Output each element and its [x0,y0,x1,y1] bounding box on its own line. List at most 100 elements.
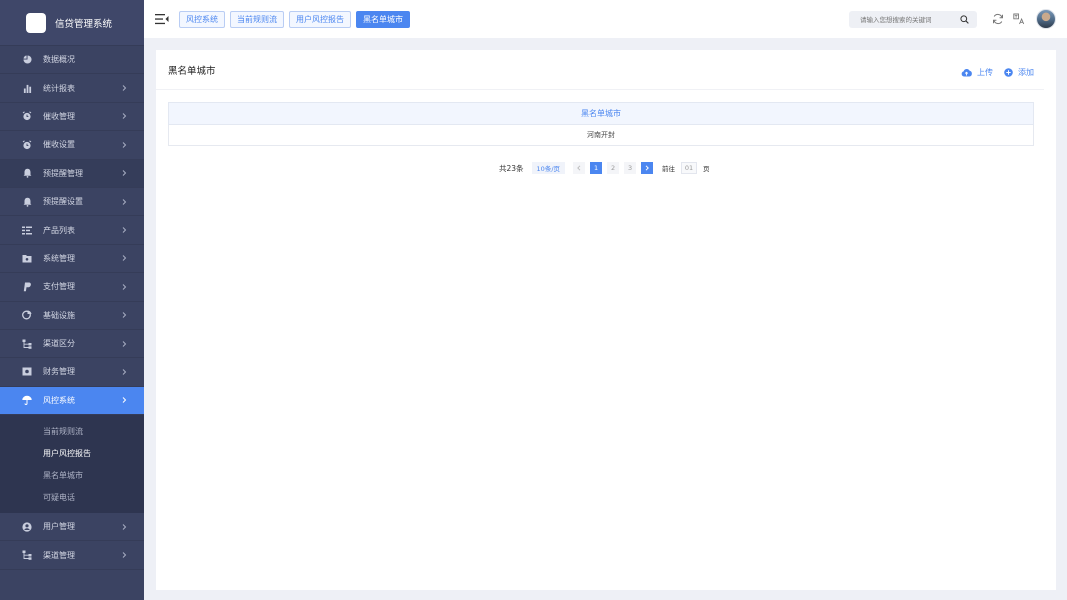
brand: 信贷管理系统 [0,0,144,46]
tab-blacklist-cities[interactable]: 黑名单城市 [356,10,410,28]
chevron-right-icon [122,255,127,262]
tab-risk-system[interactable]: 风控系统 [179,10,225,28]
sidebar-item-channels[interactable]: 渠道管理 [0,541,144,570]
table-header-row: 黑名单城市 [168,102,1034,125]
card-header: 黑名单城市 [156,50,1044,90]
submenu-item-blacklist-cities[interactable]: 黑名单城市 [0,464,144,486]
bar-chart-icon [22,83,32,93]
page-title: 黑名单城市 [168,65,216,77]
tab-user-risk-report[interactable]: 用户风控报告 [289,10,351,28]
chevron-right-icon [122,170,127,177]
chevron-right-icon [122,142,127,148]
sidebar-item-reports[interactable]: 统计报表 [0,74,144,103]
sidebar-item-users[interactable]: 用户管理 [0,513,144,542]
goto-page-input[interactable] [681,162,698,174]
sidebar-item-label: 催收管理 [43,111,75,121]
user-icon [22,522,32,532]
sidebar-item-label: 渠道区分 [43,339,75,349]
sidebar-item-label: 数据概况 [43,55,75,65]
sidebar-item-channel-split[interactable]: 渠道区分 [0,330,144,359]
pie-chart-icon [22,55,32,65]
blacklist-table: 黑名单城市 河南开封 [168,102,1034,146]
search-input[interactable] [849,15,953,24]
sidebar-item-overview[interactable]: 数据概况 [0,46,144,75]
page-button-3[interactable]: 3 [624,162,637,174]
sidebar-item-label: 渠道管理 [43,550,75,560]
upload-button[interactable]: 上传 [961,67,993,78]
search-icon[interactable] [960,15,969,24]
search-box [849,11,977,28]
next-page-button[interactable] [641,162,654,174]
sidebar-item-label: 基础设施 [43,310,75,320]
sidebar-item-collection-settings[interactable]: 催收设置 [0,131,144,160]
sidebar-item-payment[interactable]: 支付管理 [0,273,144,302]
sidebar-item-label: 预提醒管理 [43,168,83,178]
upload-label: 上传 [977,68,993,77]
goto-label: 前往 [662,165,676,173]
submenu-item-suspicious-phones[interactable]: 可疑电话 [0,486,144,508]
sidebar: 信贷管理系统 数据概况 统计报表 催收管理 催收设置 预提醒管理 预提醒设置 产… [0,0,144,600]
app-title: 信贷管理系统 [55,18,113,30]
sidebar-item-label: 统计报表 [43,83,75,93]
chevron-right-icon [645,165,649,171]
chevron-right-icon [122,369,127,375]
add-label: 添加 [1018,68,1034,77]
alarm-clock-icon [22,140,32,150]
hierarchy-icon [22,339,32,349]
page-button-2[interactable]: 2 [607,162,620,174]
avatar[interactable] [1036,9,1056,29]
sidebar-item-system[interactable]: 系统管理 [0,245,144,274]
tab-current-rules[interactable]: 当前规则流 [230,10,284,28]
chevron-right-icon [122,227,127,233]
list-icon [22,225,32,235]
chevron-right-icon [122,552,127,559]
paypal-icon [22,282,32,292]
page-unit-label: 页 [703,165,710,173]
sidebar-item-label: 用户管理 [43,522,75,532]
chevron-right-icon [122,397,127,404]
folder-gear-icon [22,253,32,263]
table-cell-city: 河南开封 [168,124,1034,146]
sidebar-item-label: 财务管理 [43,367,75,377]
submenu-item-current-rules[interactable]: 当前规则流 [0,420,144,442]
add-button[interactable]: 添加 [1004,67,1034,78]
umbrella-icon [22,395,32,406]
table-row: 河南开封 [168,124,1034,146]
sidebar-item-finance[interactable]: 财务管理 [0,358,144,387]
sidebar-item-infrastructure[interactable]: 基础设施 [0,302,144,330]
sidebar-item-reminder-settings[interactable]: 预提醒设置 [0,188,144,217]
chevron-right-icon [122,523,127,530]
brand-logo [26,12,46,33]
risk-control-submenu: 当前规则流 用户风控报告 黑名单城市 可疑电话 [0,415,144,514]
prev-page-button[interactable] [573,162,586,174]
submenu-item-user-risk-report[interactable]: 用户风控报告 [0,442,144,464]
bell-icon [22,197,32,207]
alarm-clock-icon [22,111,32,121]
topbar: 风控系统 当前规则流 用户风控报告 黑名单城市 [144,0,1067,38]
page-size-select[interactable]: 10条/页 [531,162,566,174]
hierarchy-icon [22,550,32,560]
money-icon [22,367,32,377]
content-card: 黑名单城市 上传 添加 黑名单城市 河南开封 共23条 10条/页 1 2 3 … [156,50,1056,590]
sidebar-item-label: 系统管理 [43,253,75,263]
sidebar-item-label: 风控系统 [43,395,75,405]
sidebar-item-reminder[interactable]: 预提醒管理 [0,159,144,188]
chevron-right-icon [122,312,127,319]
translate-icon[interactable] [1013,13,1025,25]
sidebar-item-label: 产品列表 [43,225,75,235]
chevron-left-icon [577,165,581,171]
sidebar-item-label: 预提醒设置 [43,197,83,207]
pagination-total: 共23条 [499,163,524,173]
bell-icon [22,168,32,179]
page-button-1[interactable]: 1 [590,162,603,174]
refresh-icon[interactable] [992,13,1004,25]
menu-collapse-icon[interactable] [155,13,169,25]
sidebar-item-products[interactable]: 产品列表 [0,216,144,245]
sidebar-item-risk-control[interactable]: 风控系统 [0,386,144,416]
chevron-right-icon [122,113,127,120]
plus-circle-icon [1004,68,1013,77]
chevron-right-icon [122,340,127,347]
chevron-right-icon [122,283,127,290]
sidebar-item-collection[interactable]: 催收管理 [0,103,144,132]
pagination: 共23条 10条/页 1 2 3 前往 页 [499,162,710,174]
